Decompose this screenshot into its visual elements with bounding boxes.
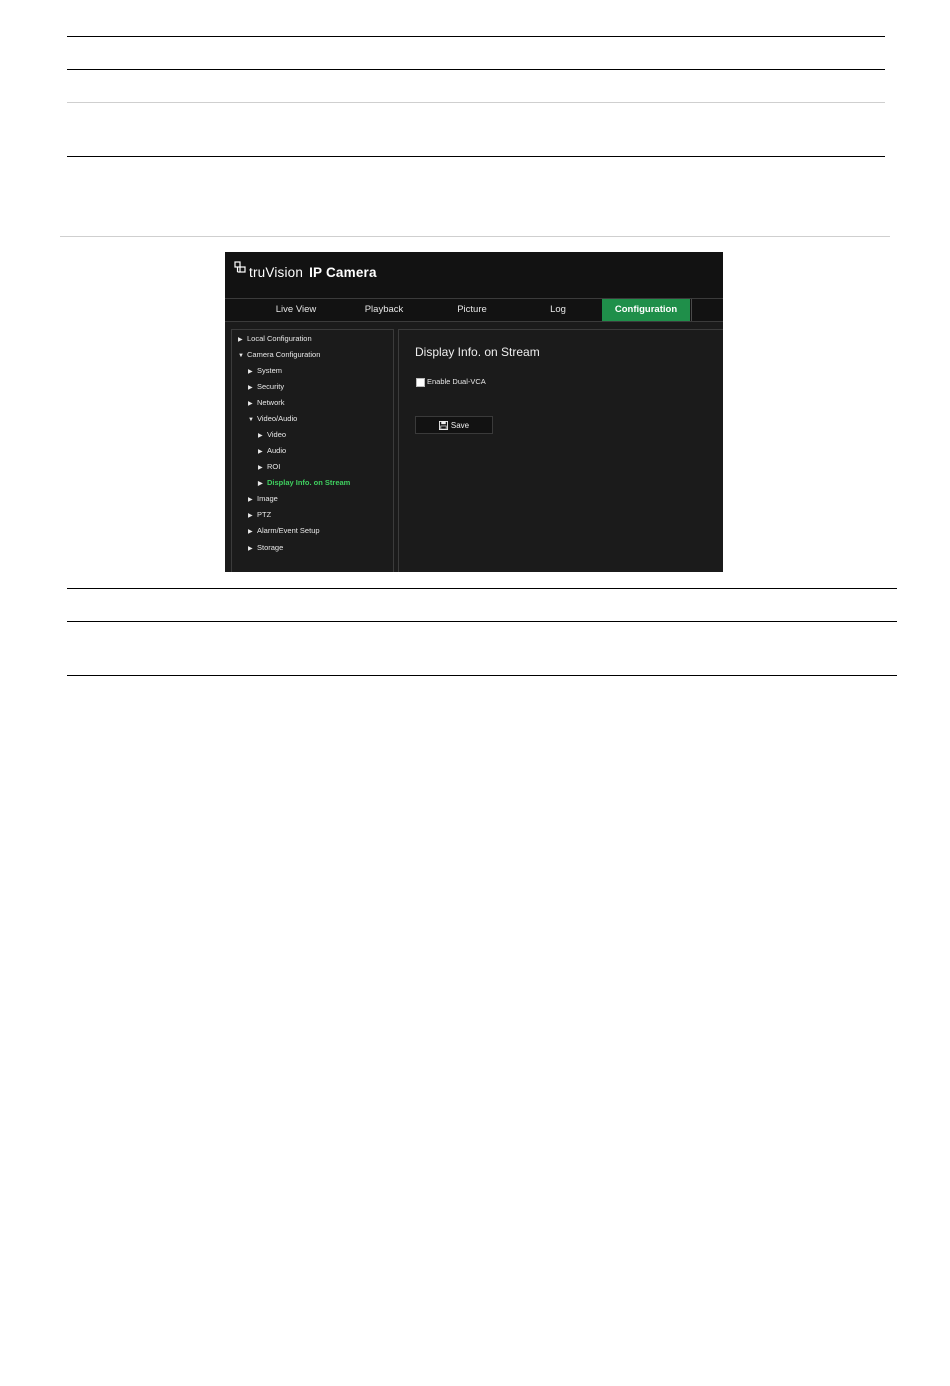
sidebar-item-security[interactable]: ▶ Security bbox=[248, 382, 284, 391]
sidebar-item-label: PTZ bbox=[257, 510, 272, 519]
logo-icon bbox=[234, 261, 246, 273]
content-panel: Display Info. on Stream Enable Dual-VCA … bbox=[398, 329, 723, 572]
caret-right-icon: ▶ bbox=[248, 513, 253, 519]
enable-dual-vca-label: Enable Dual-VCA bbox=[427, 377, 486, 386]
sidebar-item-label: System bbox=[257, 366, 283, 375]
caret-right-icon: ▶ bbox=[248, 369, 253, 375]
rule-8 bbox=[67, 675, 897, 676]
caret-right-icon: ▶ bbox=[248, 546, 253, 552]
sidebar-item-label: Video bbox=[267, 430, 287, 439]
caret-right-icon: ▶ bbox=[248, 401, 253, 407]
caret-right-icon: ▶ bbox=[248, 497, 253, 503]
sidebar-item-audio[interactable]: ▶ Audio bbox=[258, 446, 286, 455]
tab-log[interactable]: Log bbox=[516, 299, 600, 321]
sidebar-item-label: ROI bbox=[267, 462, 281, 471]
rule-4 bbox=[67, 156, 885, 157]
sidebar-item-video[interactable]: ▶ Video bbox=[258, 430, 286, 439]
sidebar-tree: ▶ Local Configuration ▼ Camera Configurati… bbox=[231, 329, 394, 572]
main-nav: Live View Playback Picture Log Configura… bbox=[225, 298, 723, 322]
brand-name: truVision bbox=[249, 265, 304, 280]
rule-1 bbox=[67, 36, 885, 37]
floppy-disk-icon bbox=[438, 421, 448, 430]
caret-right-icon: ▶ bbox=[258, 465, 263, 471]
rule-7 bbox=[67, 621, 897, 622]
sidebar-item-label: Camera Configuration bbox=[247, 350, 321, 359]
caret-right-icon: ▶ bbox=[258, 481, 263, 487]
caret-right-icon: ▶ bbox=[248, 385, 253, 391]
sidebar-item-label: Security bbox=[257, 382, 285, 391]
sidebar-item-network[interactable]: ▶ Network bbox=[248, 398, 285, 407]
rule-5 bbox=[60, 236, 890, 237]
sidebar-item-video-audio[interactable]: ▼ Video/Audio bbox=[248, 414, 297, 423]
rule-2 bbox=[67, 69, 885, 70]
sidebar-item-label: Local Configuration bbox=[247, 334, 312, 343]
sidebar-item-camera-configuration[interactable]: ▼ Camera Configuration bbox=[238, 350, 320, 359]
sidebar-item-roi[interactable]: ▶ ROI bbox=[258, 462, 280, 471]
sidebar-item-system[interactable]: ▶ System bbox=[248, 366, 282, 375]
tab-configuration[interactable]: Configuration bbox=[602, 299, 690, 321]
camera-web-ui: truVision IP Camera Live View Playback Pi… bbox=[225, 252, 723, 572]
sidebar-item-label: Storage bbox=[257, 543, 284, 552]
caret-down-icon: ▼ bbox=[238, 353, 244, 359]
rule-6 bbox=[67, 588, 897, 589]
tab-picture[interactable]: Picture bbox=[428, 299, 516, 321]
tab-divider bbox=[691, 299, 692, 321]
sidebar-item-label: Alarm/Event Setup bbox=[257, 526, 320, 535]
caret-right-icon: ▶ bbox=[248, 529, 253, 535]
caret-right-icon: ▶ bbox=[258, 433, 263, 439]
sidebar-item-display-info-on-stream[interactable]: ▶ Display Info. on Stream bbox=[258, 478, 350, 487]
sidebar-item-local-configuration[interactable]: ▶ Local Configuration bbox=[238, 334, 312, 343]
caret-right-icon: ▶ bbox=[238, 337, 243, 343]
page-title: Display Info. on Stream bbox=[415, 345, 540, 359]
sidebar-item-image[interactable]: ▶ Image bbox=[248, 494, 278, 503]
sidebar-item-label: Network bbox=[257, 398, 285, 407]
caret-right-icon: ▶ bbox=[258, 449, 263, 455]
sidebar-item-ptz[interactable]: ▶ PTZ bbox=[248, 510, 271, 519]
sidebar-item-storage[interactable]: ▶ Storage bbox=[248, 543, 283, 552]
enable-dual-vca-checkbox[interactable] bbox=[416, 378, 425, 387]
caret-down-icon: ▼ bbox=[248, 417, 254, 423]
save-button-label: Save bbox=[450, 421, 470, 430]
app-title: truVision IP Camera bbox=[249, 265, 377, 280]
sidebar-item-label: Display Info. on Stream bbox=[267, 478, 351, 487]
sidebar-item-label: Audio bbox=[267, 446, 287, 455]
product-name: IP Camera bbox=[309, 265, 377, 280]
sidebar-item-label: Image bbox=[257, 494, 278, 503]
tab-playback[interactable]: Playback bbox=[340, 299, 428, 321]
app-header: truVision IP Camera bbox=[225, 252, 723, 298]
sidebar-item-label: Video/Audio bbox=[257, 414, 298, 423]
save-button[interactable]: Save bbox=[415, 416, 493, 434]
tab-live-view[interactable]: Live View bbox=[252, 299, 340, 321]
rule-3 bbox=[67, 102, 885, 103]
sidebar-item-alarm-event-setup[interactable]: ▶ Alarm/Event Setup bbox=[248, 526, 320, 535]
